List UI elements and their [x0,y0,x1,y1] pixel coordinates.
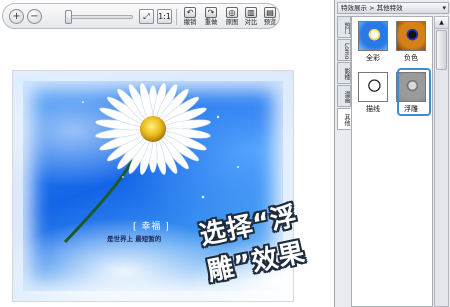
preview-icon: ▤ [264,7,276,18]
selected-effect-highlight [397,68,431,116]
zoom-in-icon[interactable]: + [9,9,24,24]
effect-fullcolor-thumb[interactable] [358,21,388,51]
scrollbar-thumb[interactable] [436,30,447,70]
zoom-slider-handle[interactable] [65,10,72,24]
effects-panel: 特效展示 > 其他特效 ▾ 热门 Lomo 影楼 漫画 其他 全彩 负色 描线 … [334,0,450,307]
effect-label: 负色 [404,54,418,62]
effect-sketch-thumb[interactable] [358,72,388,102]
tab-comic[interactable]: 漫画 [337,85,351,107]
compare-icon: ▥ [245,7,257,18]
toolbar: + − ⤢ 1:1 ↶ 撤销 ↷ 重做 ◎ 原图 ▥ 对比 ▤ 预览 [2,3,280,29]
undo-icon: ↶ [184,7,196,18]
compare-label: 对比 [244,18,258,26]
redo-label: 重做 [204,18,218,26]
chevron-down-icon[interactable]: ▾ [442,3,446,13]
effect-label: 全彩 [366,54,380,62]
breadcrumb-text: 特效展示 > 其他特效 [341,4,403,12]
fit-window-icon[interactable]: ⤢ [139,9,154,24]
zoom-out-icon[interactable]: − [27,9,42,24]
preview-button[interactable]: ▤ 预览 [259,6,281,28]
tab-lomo[interactable]: Lomo [337,39,351,61]
actual-size-icon[interactable]: 1:1 [157,9,172,24]
effect-label: 描线 [366,105,380,113]
original-icon: ◎ [226,7,238,18]
panel-breadcrumb[interactable]: 特效展示 > 其他特效 ▾ [337,2,449,14]
preview-label: 预览 [263,18,277,26]
undo-label: 撤销 [183,18,197,26]
tab-studio[interactable]: 影楼 [337,62,351,84]
canvas-area: + − ⤢ 1:1 ↶ 撤销 ↷ 重做 ◎ 原图 ▥ 对比 ▤ 预览 [幸福 … [0,0,334,307]
panel-scrollbar[interactable]: ▲ [434,16,449,307]
category-tabs: 热门 Lomo 影楼 漫画 其他 [337,16,351,131]
redo-button[interactable]: ↷ 重做 [200,6,222,28]
effect-negative-thumb[interactable] [396,21,426,51]
effect-thumbnails: 全彩 负色 描线 浮雕 [351,16,433,307]
tab-other[interactable]: 其他 [337,108,351,130]
tab-hot[interactable]: 热门 [337,16,351,38]
original-label: 原图 [225,18,239,26]
undo-button[interactable]: ↶ 撤销 [179,6,201,28]
zoom-slider[interactable] [65,15,133,19]
redo-icon: ↷ [205,7,217,18]
scroll-up-icon[interactable]: ▲ [435,17,448,29]
